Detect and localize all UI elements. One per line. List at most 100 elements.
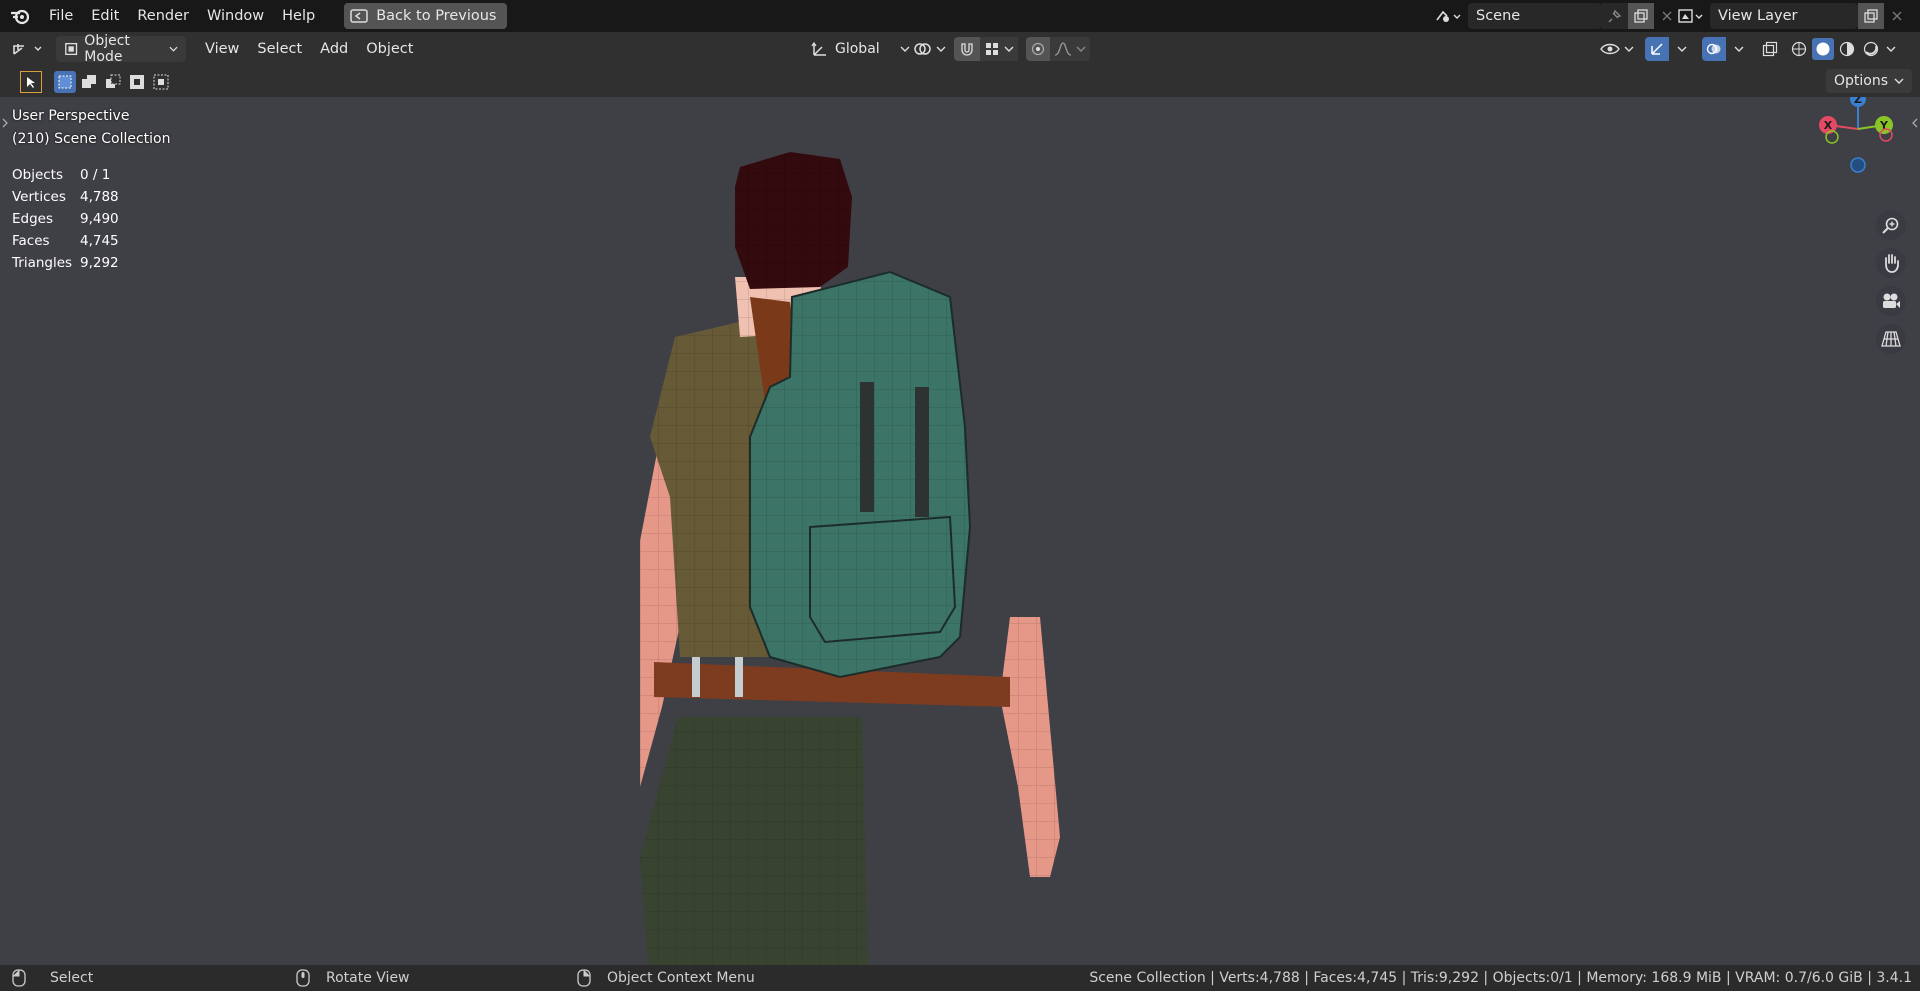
header-menu-object[interactable]: Object [357,41,422,57]
new-view-layer-icon[interactable] [1858,3,1884,29]
sidebar-expand-right-icon[interactable] [1911,117,1919,129]
status-middle-click-hint: Rotate View [296,969,410,987]
pin-icon[interactable] [1602,3,1628,29]
falloff-dropdown[interactable] [1050,36,1090,61]
menu-help[interactable]: Help [273,4,324,28]
chevron-down-icon [1886,46,1896,52]
header-menu-view[interactable]: View [196,41,248,57]
back-screen-icon [350,9,368,23]
stat-value: 0 / 1 [80,167,111,183]
extend-selection-icon[interactable] [78,71,100,93]
status-bar: Select Rotate View Object Context Menu S… [0,965,1920,991]
chevron-down-icon [1624,46,1634,52]
status-left-click-hint: Select [12,969,93,987]
pan-view-hand-icon[interactable] [1876,248,1906,278]
overlays-dropdown[interactable] [1728,37,1750,61]
backpack-strap [915,387,929,517]
chevron-down-icon [936,46,946,52]
options-label: Options [1833,73,1888,89]
invert-selection-icon[interactable] [126,71,148,93]
stat-value: 9,292 [80,255,119,271]
view-layer-selector: View Layer [1670,3,1910,29]
delete-view-layer-icon[interactable] [1884,3,1910,29]
new-scene-icon[interactable] [1628,3,1654,29]
collection-name: (210) Scene Collection [12,131,171,147]
gizmo-toggle[interactable] [1645,36,1669,61]
mouse-right-icon [577,969,591,987]
visibility-dropdown[interactable] [1600,41,1634,57]
header-menu-add[interactable]: Add [311,41,357,57]
belt-loop [692,657,700,697]
xray-toggle[interactable] [1758,37,1782,61]
scene-name-field[interactable]: Scene [1468,3,1602,29]
gizmo-dropdown[interactable] [1671,37,1693,61]
character-model[interactable] [640,137,1160,965]
view-name: User Perspective [12,108,130,124]
chevron-down-icon [1894,78,1904,84]
axis-neg-z[interactable] [1850,157,1866,173]
perspective-grid-icon[interactable] [1876,324,1906,354]
editor-type-button[interactable] [0,41,56,57]
menu-window[interactable]: Window [198,4,273,28]
chevron-down-icon [1734,46,1744,52]
chevron-down-icon [169,46,178,52]
chevron-down-icon [1677,46,1687,52]
shading-dropdown[interactable] [1884,38,1898,60]
stat-value: 4,788 [80,189,119,205]
stat-row: Edges 9,490 [12,211,119,233]
sidebar-expand-left-icon[interactable] [1,117,9,129]
blender-logo-icon[interactable] [0,7,40,25]
view-layer-name-field[interactable]: View Layer [1710,3,1858,29]
snap-target-dropdown[interactable] [980,36,1018,61]
subtract-selection-icon[interactable] [102,71,124,93]
scene-selector: Scene [1428,3,1680,29]
select-tool-icon[interactable] [20,71,42,93]
tool-settings-bar: Options [0,65,1920,97]
shading-modes [1788,37,1898,60]
camera-view-icon[interactable] [1876,286,1906,316]
solid-shading-icon[interactable] [1812,37,1834,60]
proportional-editing-toggle[interactable] [1026,36,1050,61]
status-right-click-label: Object Context Menu [607,970,755,986]
status-right-click-hint: Object Context Menu [577,969,755,987]
intersect-selection-icon[interactable] [150,71,172,93]
chevron-down-icon [900,46,910,52]
stat-label: Faces [12,233,50,249]
header-menu-select[interactable]: Select [248,41,311,57]
options-dropdown[interactable]: Options [1825,69,1912,93]
snap-grid-icon [986,42,998,55]
scene-icon [1436,10,1461,22]
pivot-point-dropdown[interactable] [912,40,946,58]
stat-label: Edges [12,211,54,227]
scene-browse-button[interactable] [1428,3,1468,29]
snap-toggle[interactable] [954,36,980,61]
rendered-shading-icon[interactable] [1860,38,1882,60]
material-shading-icon[interactable] [1836,38,1858,60]
set-selection-icon[interactable] [54,71,76,93]
mode-dropdown[interactable]: Object Mode [56,32,186,65]
mode-label: Object Mode [84,32,130,65]
back-to-previous-button[interactable]: Back to Previous [344,3,508,29]
mouse-middle-icon [296,969,310,987]
status-scene-info: Scene Collection | Verts:4,788 | Faces:4… [1089,970,1912,986]
overlays-toggle[interactable] [1702,36,1726,61]
navigation-gizmo[interactable]: Z X Y [1810,97,1910,189]
scene-name: Scene [1476,8,1521,24]
view-layer-browse-button[interactable] [1670,3,1710,29]
stat-row: Triangles 9,292 [12,255,119,277]
stat-row: Vertices 4,788 [12,189,119,211]
proportional-edit-icon [1031,42,1045,55]
menu-edit[interactable]: Edit [82,4,128,28]
zoom-view-icon[interactable] [1876,210,1906,240]
menu-file[interactable]: File [40,4,82,28]
3d-viewport[interactable]: User Perspective (210) Scene Collection … [0,97,1920,965]
transform-orientation-dropdown[interactable]: Global [805,36,916,62]
menu-render[interactable]: Render [128,4,198,28]
axis-x-label: X [1824,119,1833,132]
view-layer-icon [1678,9,1703,23]
magnet-icon [961,42,973,56]
chevron-down-icon [1076,46,1086,52]
wireframe-shading-icon[interactable] [1788,38,1810,60]
object-mode-icon [65,42,78,55]
status-left-click-label: Select [50,970,94,986]
